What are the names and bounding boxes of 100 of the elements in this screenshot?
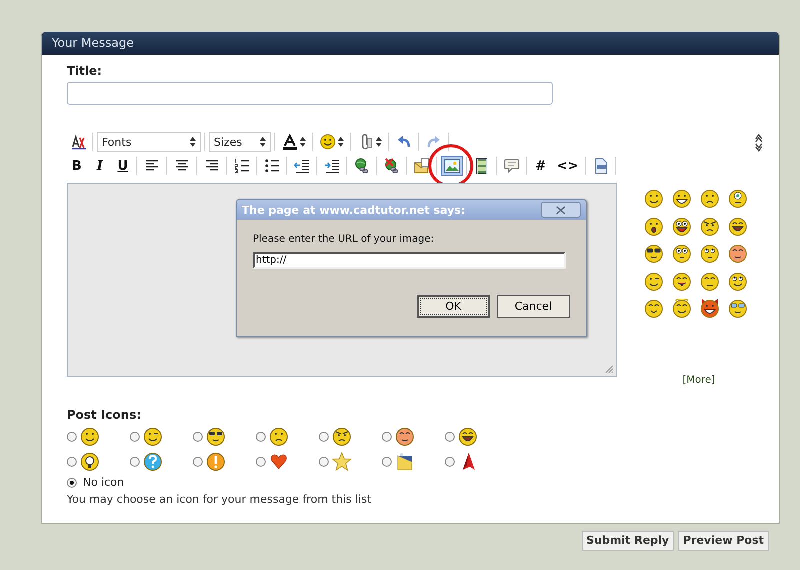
heart-icon (269, 452, 289, 472)
dialog-message: Please enter the URL of your image: (253, 234, 436, 245)
smiley-icon (700, 216, 720, 236)
radio-button[interactable] (256, 457, 266, 467)
smiley-icon (672, 272, 692, 292)
dialog-button[interactable]: Cancel (497, 295, 570, 318)
dialog-button[interactable]: OK (417, 295, 490, 318)
smiley-icon (672, 216, 692, 236)
nerd-smiley-button[interactable] (727, 298, 749, 320)
star-icon (332, 452, 352, 472)
smiley-icon (672, 189, 692, 209)
frown-smiley-button[interactable] (699, 188, 721, 210)
smiley-icon (672, 299, 692, 319)
radio-button[interactable] (319, 432, 329, 442)
title-label: Title: (67, 64, 104, 78)
surprised-smiley-button[interactable] (643, 216, 665, 238)
radio-button[interactable] (382, 457, 392, 467)
wink-smiley-button[interactable] (643, 270, 665, 292)
radio-button[interactable] (193, 432, 203, 442)
angry-smiley-button[interactable] (699, 216, 721, 238)
radio-button[interactable] (130, 432, 140, 442)
collapse-icon[interactable] (755, 134, 763, 152)
text-color-icon (282, 134, 298, 150)
bulb-icon (80, 452, 100, 472)
form-button[interactable]: Preview Post (678, 530, 769, 550)
updown-icon (260, 137, 266, 147)
smiley-icon (728, 272, 748, 292)
sick-smiley-button[interactable] (727, 188, 749, 210)
tongue-smiley-button[interactable] (671, 270, 693, 292)
globe-link-icon (354, 158, 370, 174)
updown-icon (190, 137, 196, 147)
radio-button[interactable] (256, 432, 266, 442)
format-button[interactable]: <> (554, 156, 582, 176)
angel-smiley-button[interactable] (671, 298, 693, 320)
format-button[interactable]: U (113, 156, 133, 176)
format-button[interactable]: # (531, 156, 551, 176)
format-button[interactable]: B (67, 156, 87, 176)
confused-smiley-button[interactable] (643, 298, 665, 320)
image-icon (444, 158, 460, 174)
angry-icon (332, 427, 352, 447)
smiley-icon (700, 299, 720, 319)
numbered-list-icon (234, 158, 250, 174)
dropdown-select[interactable]: Fonts (97, 132, 201, 152)
title-input[interactable] (67, 82, 553, 105)
more-smilies-link[interactable]: [More] (682, 374, 716, 386)
grin-smiley-button[interactable] (671, 188, 693, 210)
post-icons-hint: You may choose an icon for your message from this list (67, 492, 373, 506)
dialog-title: The page at www.cadtutor.net says: (242, 204, 466, 216)
smiley-icon (644, 272, 664, 292)
file-icon (592, 158, 609, 174)
laugh-smiley-button[interactable] (727, 216, 749, 238)
cool-smiley-button[interactable] (643, 243, 665, 265)
radio-button[interactable] (130, 457, 140, 467)
smiley-icon (728, 244, 748, 264)
rolleyes-smiley-button[interactable] (699, 243, 721, 265)
radio-button[interactable] (445, 457, 455, 467)
resize-grip-icon[interactable] (604, 364, 614, 374)
blush-smiley-button[interactable] (727, 243, 749, 265)
sleepy-smiley-button[interactable] (699, 270, 721, 292)
close-icon (556, 206, 566, 214)
laugh-icon (458, 427, 478, 447)
devil-smiley-button[interactable] (699, 298, 721, 320)
post-icons-label: Post Icons: (67, 408, 142, 422)
speech-bubble-icon (504, 158, 520, 174)
blush-icon (395, 427, 415, 447)
smiley-icon (644, 299, 664, 319)
image-button[interactable] (441, 156, 463, 176)
smiley-icon (320, 134, 336, 150)
close-button[interactable] (541, 202, 581, 218)
crazy-smiley-button[interactable] (671, 216, 693, 238)
updown-icon (300, 137, 306, 147)
radio-button[interactable] (67, 457, 77, 467)
wink-icon (143, 427, 163, 447)
dropdown-select[interactable]: Sizes (209, 132, 271, 152)
radio-button[interactable] (445, 432, 455, 442)
smiley-icon (728, 299, 748, 319)
cool-icon (206, 427, 226, 447)
radio-button[interactable] (67, 432, 77, 442)
redo-icon (426, 134, 442, 150)
envelope-icon (414, 158, 430, 174)
radio-button[interactable] (382, 432, 392, 442)
form-button[interactable]: Submit Reply (582, 530, 674, 550)
bullet-list-icon (264, 158, 280, 174)
smiley-icon (700, 244, 720, 264)
smiley-icon (644, 244, 664, 264)
picture-icon (395, 452, 415, 472)
radio-button[interactable] (319, 457, 329, 467)
radio-button[interactable] (193, 457, 203, 467)
message-editor[interactable]: The page at www.cadtutor.net says: Please enter the URL of your image: http:// OK Cancel (67, 183, 617, 377)
radio-button[interactable] (67, 478, 77, 488)
warning-icon (206, 452, 226, 472)
film-icon (474, 158, 490, 174)
eek-smiley-button[interactable] (671, 243, 693, 265)
format-button[interactable]: I (90, 156, 110, 176)
happy-smiley-button[interactable] (727, 270, 749, 292)
smile-smiley-button[interactable] (643, 188, 665, 210)
updown-icon (376, 137, 382, 147)
smiley-icon (644, 189, 664, 209)
smiley-icon (728, 216, 748, 236)
url-input[interactable]: http:// (253, 252, 566, 269)
